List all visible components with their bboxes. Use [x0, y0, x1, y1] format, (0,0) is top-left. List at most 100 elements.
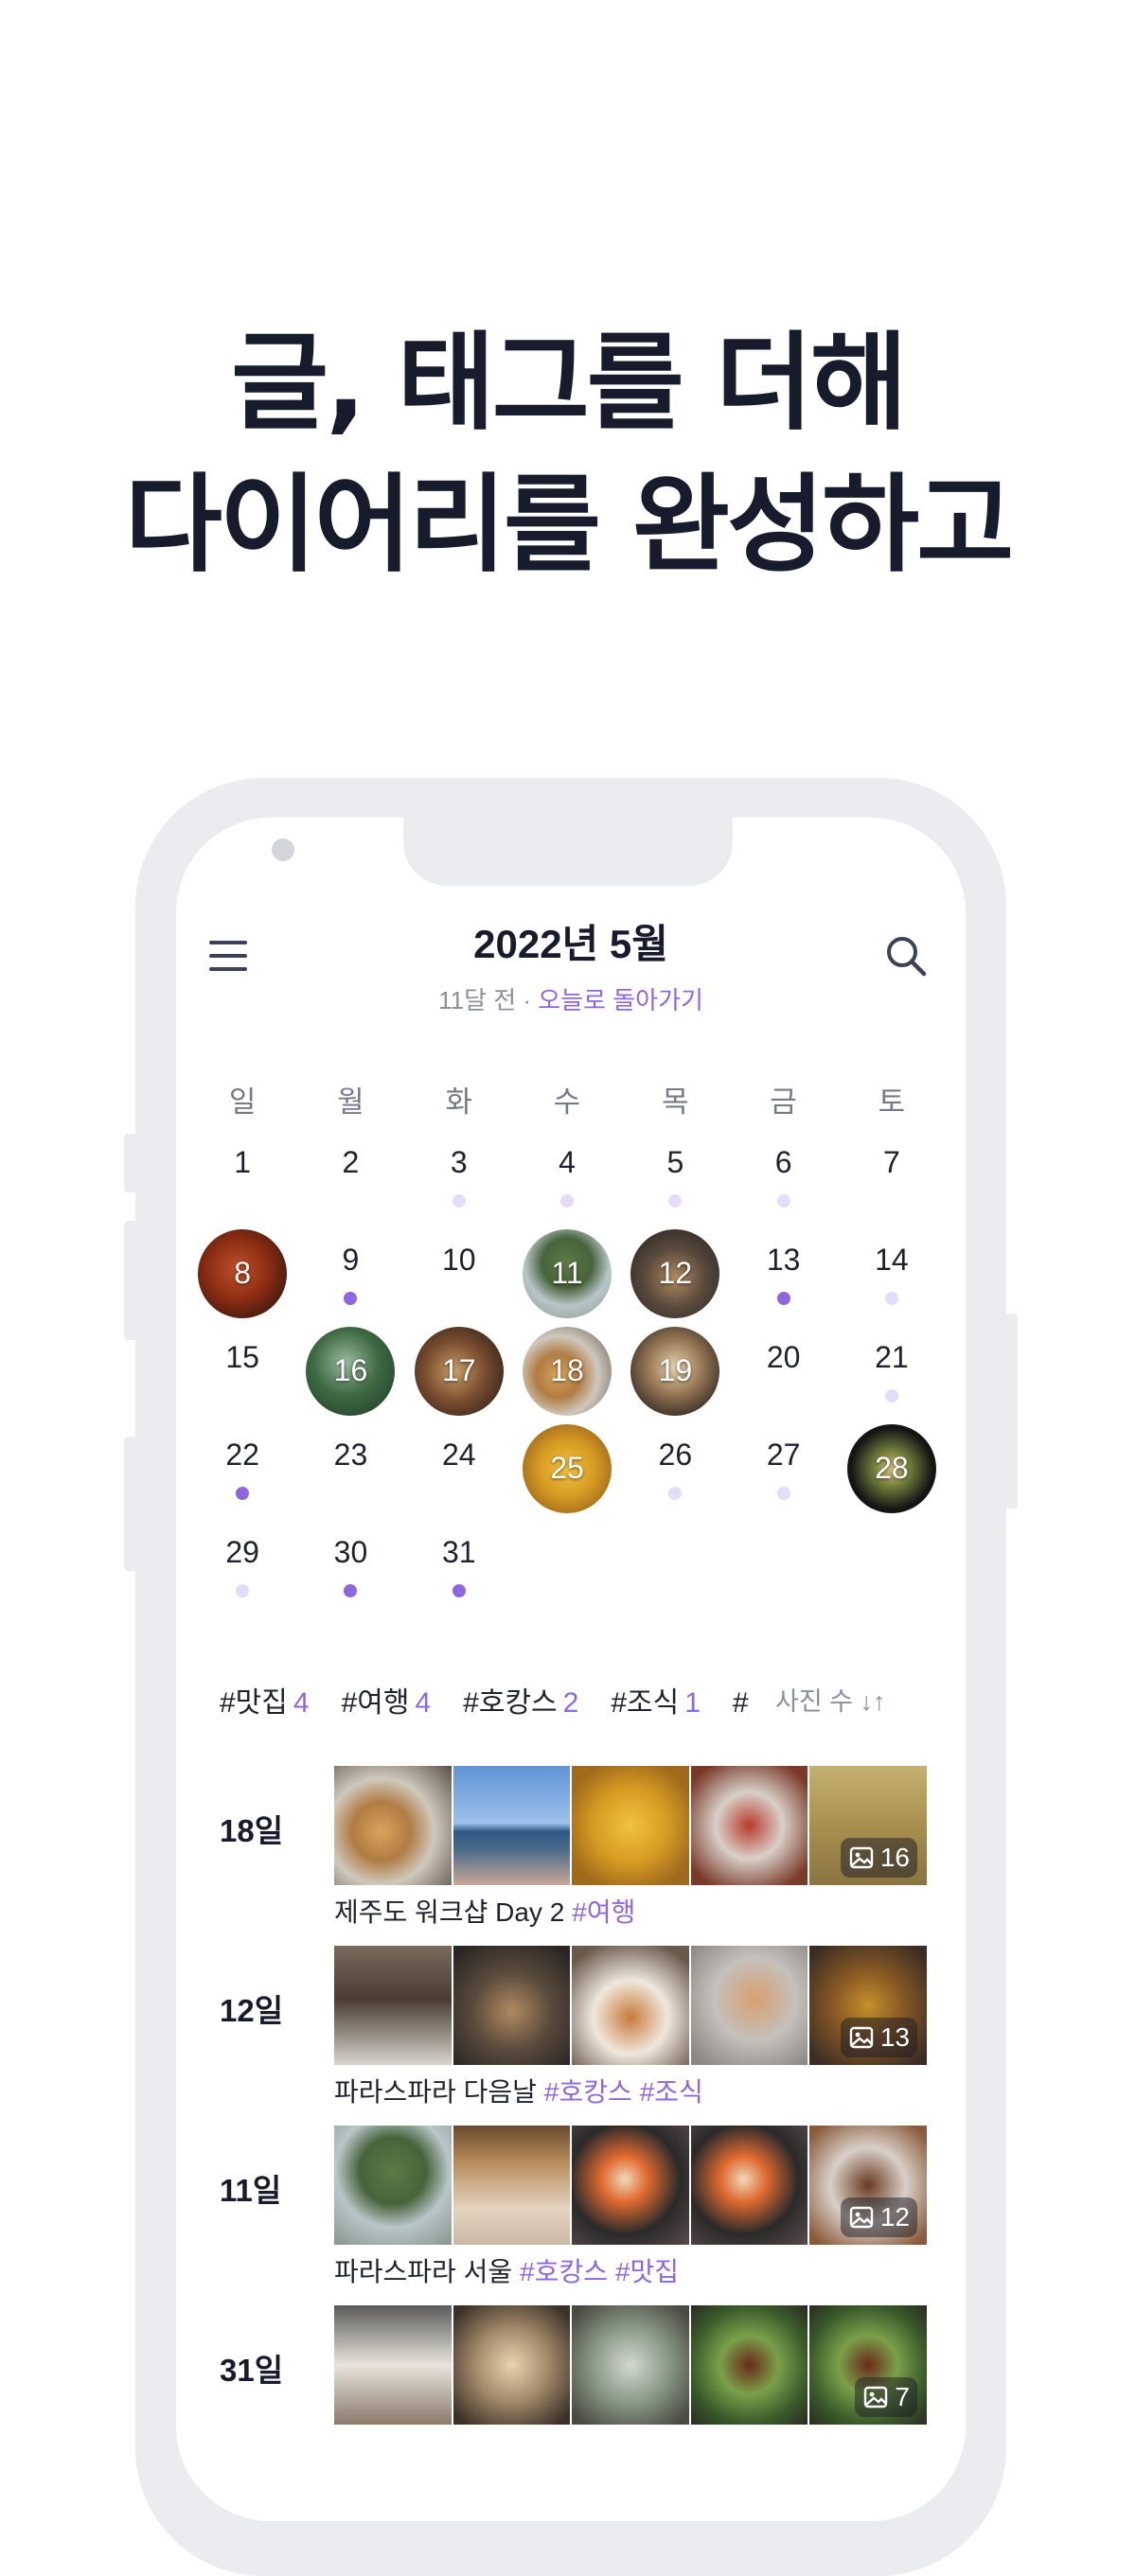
weekday-label: 토 — [878, 1085, 906, 1119]
photo-thumbnail: 13 — [809, 1946, 927, 2065]
calendar-day-4[interactable]: 4 — [513, 1130, 621, 1227]
day-number: 31 — [441, 1535, 476, 1569]
calendar-day-1[interactable]: 1 — [188, 1130, 296, 1227]
entry-photo-strip[interactable]: 7 — [334, 2305, 927, 2425]
calendar-day-2[interactable]: 2 — [296, 1130, 404, 1227]
calendar-day-26[interactable]: 26 — [621, 1422, 729, 1520]
entry-date: 12일 — [220, 1993, 284, 2028]
phone-silent-switch — [124, 1134, 137, 1192]
day-number: 2 — [342, 1145, 360, 1179]
calendar-day-3[interactable]: 3 — [405, 1130, 513, 1227]
tag-chip[interactable]: #여행 4 — [342, 1679, 432, 1720]
calendar-day-10[interactable]: 10 — [405, 1227, 513, 1325]
calendar-day-16[interactable]: 16 — [296, 1325, 404, 1422]
calendar-day-14[interactable]: 14 — [838, 1227, 946, 1325]
entry-caption[interactable]: 파라스파라 서울 #호캉스 #맛집 — [334, 2251, 679, 2289]
calendar-day-30[interactable]: 30 — [296, 1520, 404, 1617]
search-icon[interactable] — [883, 933, 929, 979]
calendar-day-12[interactable]: 12 — [621, 1227, 729, 1325]
calendar-day-25[interactable]: 25 — [513, 1422, 621, 1520]
tag-name: #호캉스 — [463, 1687, 558, 1719]
day-number: 3 — [450, 1145, 468, 1179]
photo-count: 16 — [879, 1843, 910, 1872]
image-icon — [848, 2204, 875, 2231]
tag-chip[interactable]: #호캉스 2 — [463, 1679, 578, 1720]
day-number: 29 — [225, 1535, 259, 1569]
photo-thumbnail — [453, 2305, 571, 2425]
entry-indicator-dot — [668, 1194, 683, 1208]
day-number: 30 — [333, 1535, 368, 1569]
entry-indicator-dot — [668, 1487, 683, 1500]
app-screen: 2022년 5월 11달 전 · 오늘로 돌아가기 일월화수목금토 123456… — [176, 818, 966, 2521]
calendar-day-23[interactable]: 23 — [296, 1422, 404, 1520]
calendar-day-28[interactable]: 28 — [838, 1422, 946, 1520]
calendar-day-11[interactable]: 11 — [513, 1227, 621, 1325]
front-camera — [272, 838, 294, 861]
calendar-day-18[interactable]: 18 — [513, 1325, 621, 1422]
day-number: 27 — [766, 1438, 801, 1472]
tag-chip[interactable]: #조식 1 — [611, 1679, 701, 1720]
calendar-day-20[interactable]: 20 — [729, 1325, 837, 1422]
entry-indicator-dot — [560, 1194, 575, 1208]
diary-entry[interactable]: 31일 7 — [176, 2305, 966, 2485]
entry-indicator-dot — [236, 1584, 250, 1597]
month-title[interactable]: 2022년 5월 — [176, 912, 966, 970]
entry-photo-strip[interactable]: 16 — [334, 1766, 927, 1885]
calendar-day-6[interactable]: 6 — [729, 1130, 837, 1227]
tag-chip[interactable]: # — [733, 1687, 749, 1720]
calendar-day-8[interactable]: 8 — [188, 1227, 296, 1325]
calendar-day-27[interactable]: 27 — [729, 1422, 837, 1520]
calendar-day-22[interactable]: 22 — [188, 1422, 296, 1520]
day-number: 9 — [342, 1243, 360, 1277]
diary-entry[interactable]: 18일 16 제주도 워크샵 Day 2 #여행 — [176, 1766, 966, 1946]
day-number: 21 — [875, 1340, 909, 1374]
entry-indicator-dot — [452, 1194, 466, 1208]
calendar-day-5[interactable]: 5 — [621, 1130, 729, 1227]
entry-date: 31일 — [220, 2353, 284, 2388]
back-to-today-link[interactable]: 오늘로 돌아가기 — [538, 986, 703, 1015]
weekday-header: 일월화수목금토 — [188, 1078, 946, 1120]
entry-hashtag[interactable]: #여행 — [572, 1897, 635, 1927]
photo-thumbnail — [572, 2126, 689, 2245]
calendar-day-21[interactable]: 21 — [838, 1325, 946, 1422]
photo-count-badge: 12 — [840, 2197, 917, 2237]
day-number: 25 — [550, 1451, 584, 1485]
calendar-day-13[interactable]: 13 — [729, 1227, 837, 1325]
calendar-day-17[interactable]: 17 — [405, 1325, 513, 1422]
tag-chip[interactable]: #맛집 4 — [220, 1679, 310, 1720]
entry-photo-strip[interactable]: 12 — [334, 2126, 927, 2245]
calendar-day-7[interactable]: 7 — [838, 1130, 946, 1227]
day-number: 16 — [333, 1353, 368, 1387]
diary-entry[interactable]: 11일 12 파라스파라 서울 #호캉스 #맛집 — [176, 2126, 966, 2305]
day-number: 14 — [875, 1243, 909, 1277]
entry-caption[interactable]: 파라스파라 다음날 #호캉스 #조식 — [334, 2072, 703, 2109]
headline-line-1: 글, 태그를 더해 — [231, 322, 908, 445]
photo-thumbnail — [690, 2305, 808, 2425]
entry-indicator-dot — [236, 1487, 250, 1500]
sort-photo-count-button[interactable]: 사진 수 ↓↑ — [775, 1681, 927, 1719]
day-number: 1 — [234, 1145, 252, 1179]
calendar-day-15[interactable]: 15 — [188, 1325, 296, 1422]
diary-entry[interactable]: 12일 13 파라스파라 다음날 #호캉스 #조식 — [176, 1946, 966, 2126]
day-number: 5 — [666, 1145, 684, 1179]
entry-hashtag[interactable]: #호캉스 — [544, 2077, 632, 2107]
calendar-day-31[interactable]: 31 — [405, 1520, 513, 1617]
calendar-day-29[interactable]: 29 — [188, 1520, 296, 1617]
entry-hashtag[interactable]: #호캉스 — [520, 2257, 608, 2286]
photo-thumbnail — [572, 2305, 689, 2425]
calendar-day-9[interactable]: 9 — [296, 1227, 404, 1325]
weekday-label: 목 — [662, 1085, 689, 1119]
calendar-day-24[interactable]: 24 — [405, 1422, 513, 1520]
entry-photo-strip[interactable]: 13 — [334, 1946, 927, 2065]
entry-caption[interactable]: 제주도 워크샵 Day 2 #여행 — [334, 1892, 635, 1930]
entry-hashtag[interactable]: #조식 — [640, 2077, 703, 2107]
phone-volume-up-button — [124, 1221, 137, 1340]
phone-power-button — [1004, 1314, 1018, 1509]
photo-count: 12 — [879, 2202, 910, 2232]
calendar-day-19[interactable]: 19 — [621, 1325, 729, 1422]
photo-thumbnail — [334, 1766, 452, 1885]
photo-thumbnail: 12 — [809, 2126, 927, 2245]
entry-hashtag[interactable]: #맛집 — [615, 2257, 679, 2286]
tag-name: #여행 — [341, 1687, 410, 1719]
weekday-label: 월 — [337, 1085, 364, 1119]
